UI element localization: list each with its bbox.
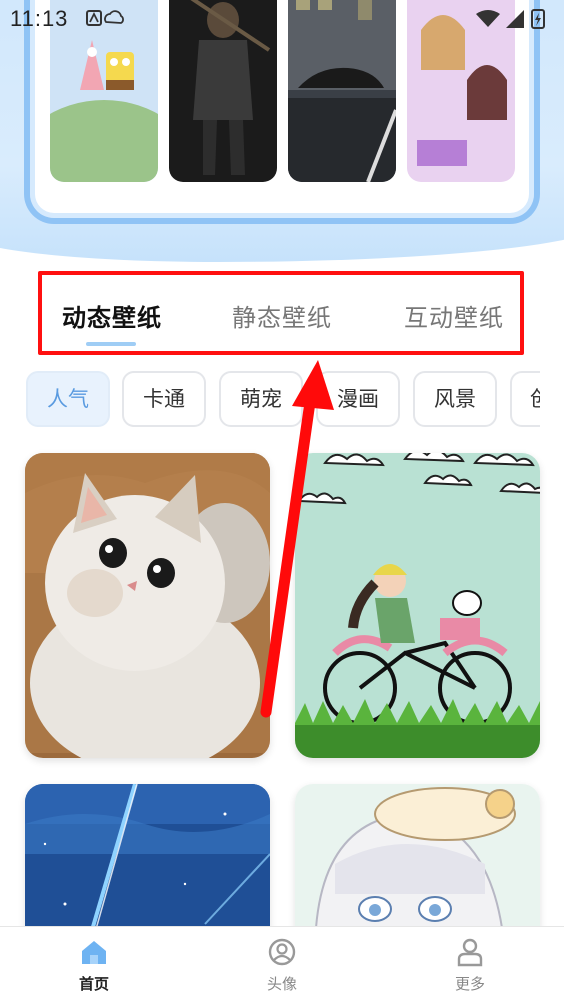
tab-active-indicator: [86, 342, 136, 346]
nav-more[interactable]: 更多: [430, 937, 510, 1001]
tab-interactive-wallpaper[interactable]: 互动壁纸: [404, 298, 504, 333]
tab-dynamic-wallpaper[interactable]: 动态壁纸: [62, 298, 162, 333]
user-icon: [457, 938, 483, 967]
kitten-image: [25, 453, 270, 758]
nav-avatar-label: 头像: [266, 975, 297, 993]
bottom-navigation: 首页 头像 更多: [0, 926, 564, 1004]
chip-cartoon[interactable]: 卡通: [122, 371, 206, 427]
wallpaper-card-bicycle[interactable]: [295, 453, 540, 758]
chip-creative[interactable]: 创: [510, 371, 540, 427]
avatar-icon: [268, 938, 296, 966]
app-screen: 11:13 动态壁纸 静态壁纸 互动壁纸 人气 卡通 萌宠 漫画 风景 首页 头…: [0, 0, 564, 1004]
tab-static-wallpaper[interactable]: 静态壁纸: [232, 298, 332, 333]
nav-more-label: 更多: [454, 975, 485, 993]
category-chips: 人气 卡通 萌宠 漫画 风景 创: [0, 371, 540, 429]
chip-comics[interactable]: 漫画: [316, 371, 400, 427]
nav-home[interactable]: 首页: [54, 937, 134, 1001]
system-status-icons: [476, 9, 545, 29]
nav-avatar[interactable]: 头像: [242, 937, 322, 1001]
chip-scenery[interactable]: 风景: [413, 371, 497, 427]
status-bar: 11:13: [0, 0, 564, 38]
wallpaper-card-kitten[interactable]: [25, 453, 270, 758]
chip-popular[interactable]: 人气: [26, 371, 110, 427]
home-icon: [82, 941, 106, 964]
bicycle-image: [295, 453, 540, 758]
notification-icons: [86, 10, 124, 26]
chip-pets[interactable]: 萌宠: [219, 371, 303, 427]
status-time: 11:13: [10, 6, 69, 31]
nav-home-label: 首页: [78, 975, 109, 993]
